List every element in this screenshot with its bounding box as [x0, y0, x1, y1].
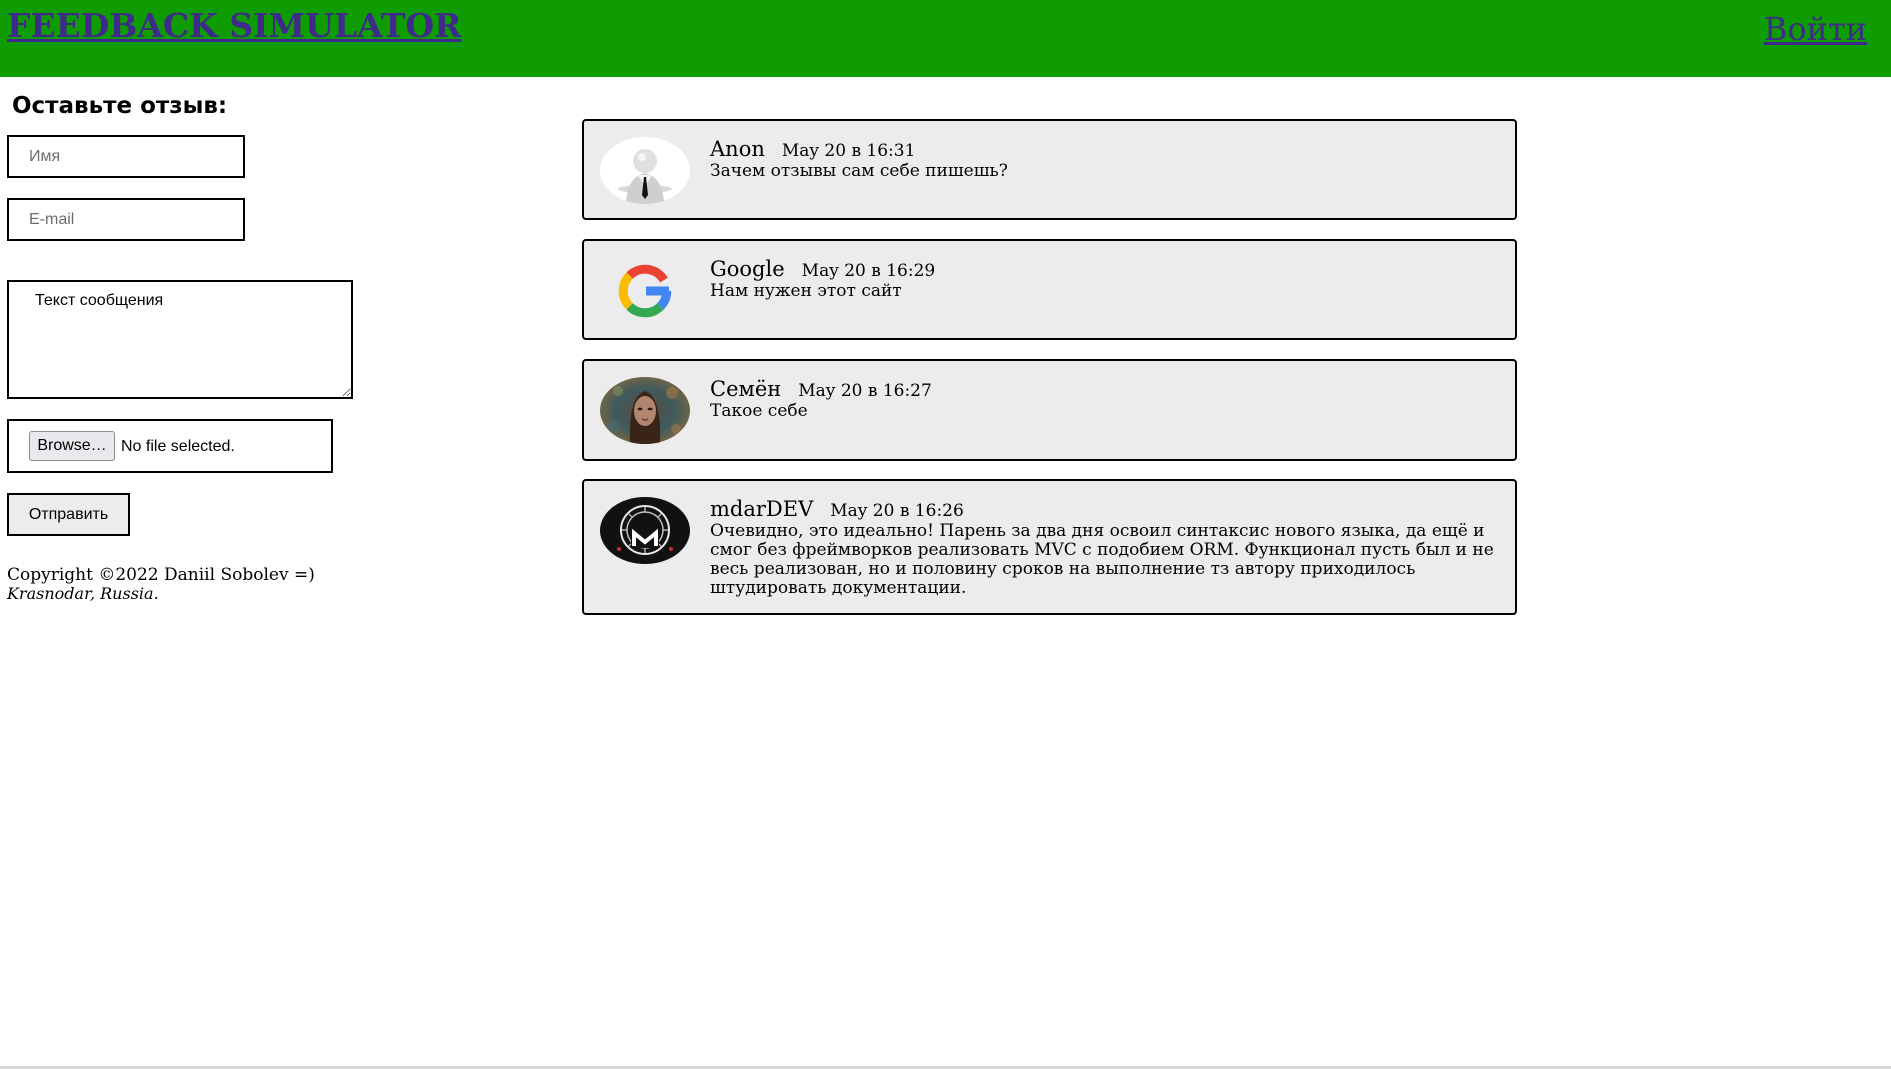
review-date: May 20 в 16:29 [801, 261, 936, 281]
review-author: Семён [710, 377, 782, 401]
review-text: Очевидно, это идеально! Парень за два дн… [710, 521, 1494, 598]
review-date: May 20 в 16:27 [798, 381, 932, 401]
review-text: Нам нужен этот сайт [710, 281, 902, 301]
review-card: Семён May 20 в 16:27 Такое себе [582, 359, 1517, 461]
email-field[interactable] [7, 198, 245, 241]
review-card: Anon May 20 в 16:31 Зачем отзывы сам себе… [582, 119, 1517, 220]
review-text-container: Очевидно, это идеально! Парень за два дн… [600, 522, 1499, 598]
message-field[interactable] [7, 280, 353, 399]
google-logo-avatar-icon [600, 257, 690, 324]
review-card: mdarDEV May 20 в 16:26 Очевидно, это идеа… [582, 479, 1517, 615]
copyright-text: Copyright ©2022 Daniil Sobolev =) [7, 565, 315, 585]
review-header: Anon May 20 в 16:31 [710, 137, 915, 161]
review-header: Семён May 20 в 16:27 [710, 377, 932, 401]
review-header: mdarDEV May 20 в 16:26 [710, 497, 964, 521]
review-date: May 20 в 16:26 [830, 501, 964, 521]
portrait-avatar-icon [600, 377, 690, 444]
review-date: May 20 в 16:31 [781, 141, 916, 161]
login-link[interactable]: Войти [1764, 9, 1867, 49]
review-author: mdarDEV [710, 497, 814, 521]
review-text: Такое себе [710, 401, 808, 421]
review-text: Зачем отзывы сам себе пишешь? [710, 161, 1008, 181]
file-upload-field: Browse… No file selected. [7, 419, 333, 473]
review-header: Google May 20 в 16:29 [710, 257, 935, 281]
faceless-person-avatar-icon [600, 137, 690, 204]
location-text: Krasnodar, Russia. [7, 584, 159, 603]
review-card: Google May 20 в 16:29 Нам нужен этот сайт [582, 239, 1517, 340]
site-title-link[interactable]: FEEDBACK SIMULATOR [7, 6, 462, 46]
browse-button[interactable]: Browse… [29, 431, 115, 461]
form-heading: Оставьте отзыв: [12, 93, 228, 119]
site-header: FEEDBACK SIMULATOR Войти [0, 0, 1891, 77]
name-field[interactable] [7, 135, 245, 178]
file-status: No file selected. [121, 438, 235, 455]
submit-button[interactable]: Отправить [7, 493, 130, 536]
review-author: Anon [710, 137, 765, 161]
review-author: Google [710, 257, 785, 281]
